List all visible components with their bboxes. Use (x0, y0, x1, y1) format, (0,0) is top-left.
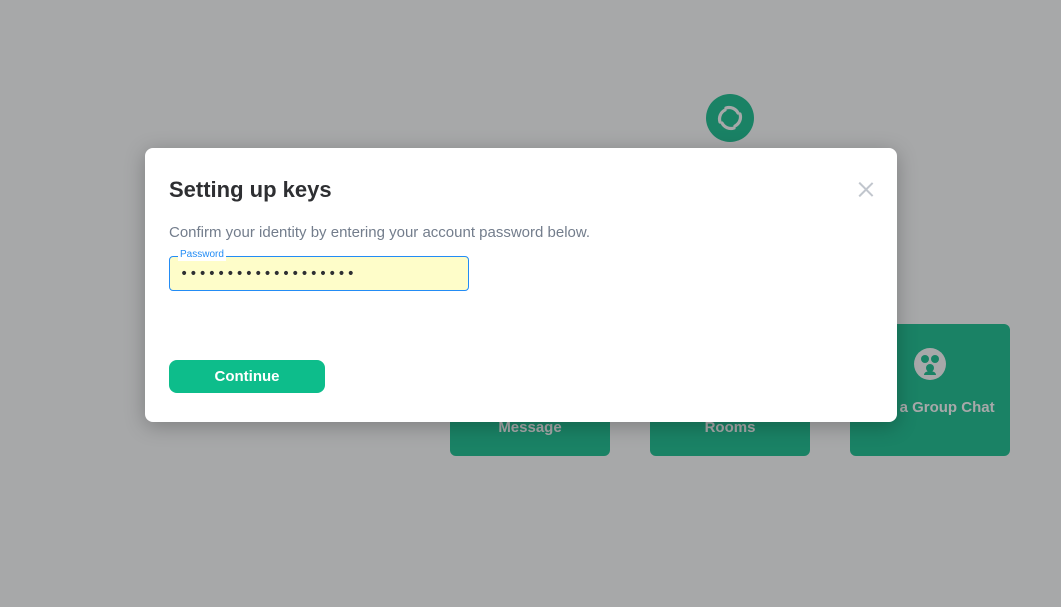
dialog-description: Confirm your identity by entering your a… (169, 224, 591, 241)
dialog-title: Setting up keys (169, 177, 332, 202)
password-field[interactable]: Password ••••••••••••••••••• (169, 249, 469, 291)
password-field-label: Password (178, 249, 226, 261)
setting-up-keys-dialog: Setting up keys Confirm your identity by… (145, 148, 897, 422)
close-icon[interactable] (857, 180, 875, 198)
continue-button[interactable]: Continue (169, 360, 325, 393)
password-input[interactable]: ••••••••••••••••••• (180, 264, 356, 284)
